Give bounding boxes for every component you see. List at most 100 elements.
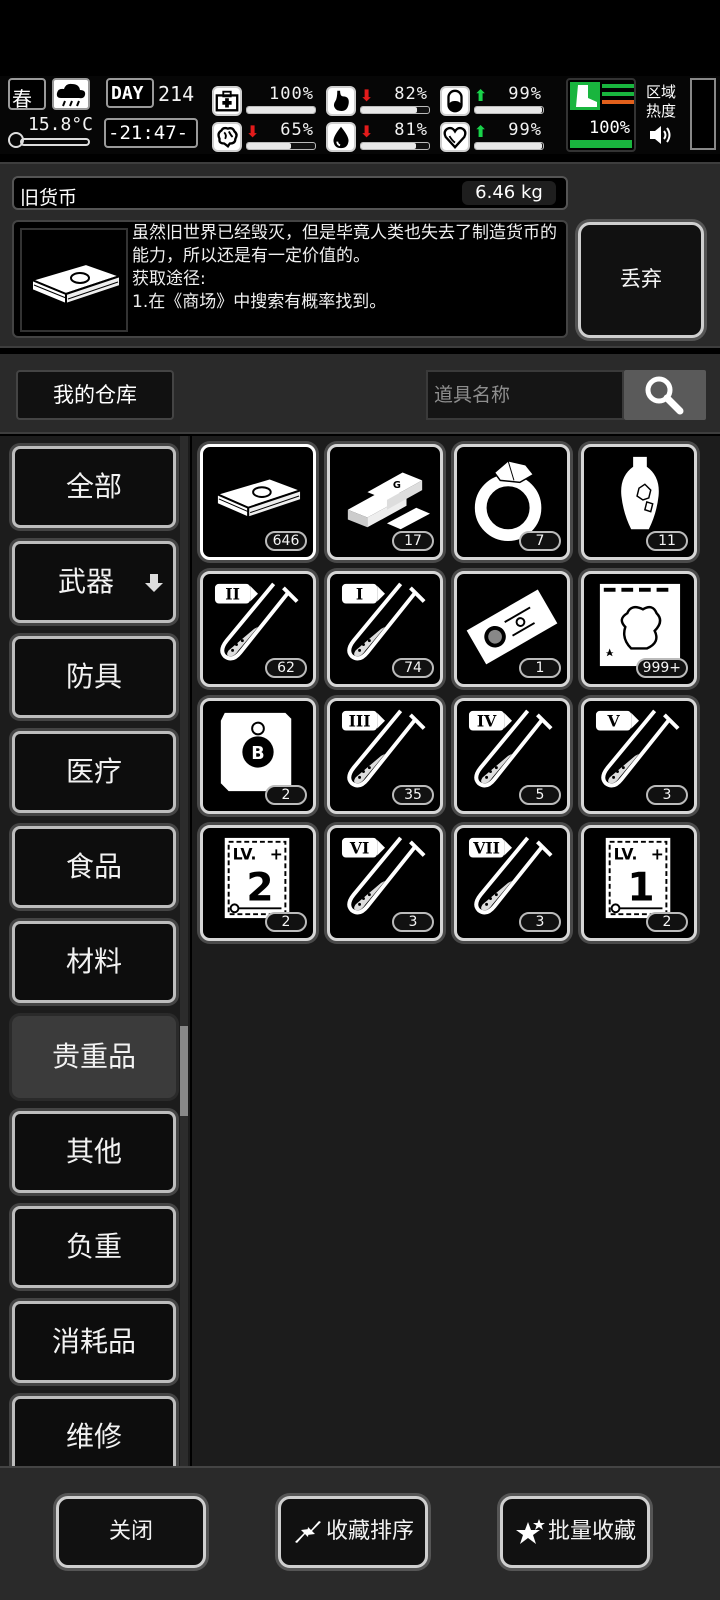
item-slot[interactable]: LV. +2 2 bbox=[200, 825, 316, 941]
stat-value: 82% bbox=[394, 84, 428, 104]
tube-grade-label: II bbox=[225, 585, 240, 604]
item-name: 旧货币 bbox=[20, 187, 78, 209]
category-tab[interactable]: 维修 bbox=[12, 1396, 176, 1466]
tube-grade-label: I bbox=[356, 585, 363, 604]
category-tab[interactable]: 材料 bbox=[12, 921, 176, 1003]
category-tab[interactable]: 负重 bbox=[12, 1206, 176, 1288]
gold-bars-icon: G bbox=[347, 472, 430, 530]
favorite-sort-label: 收藏排序 bbox=[325, 1519, 414, 1544]
item-slot[interactable]: 999+ bbox=[581, 571, 697, 687]
category-tab[interactable]: 消耗品 bbox=[12, 1301, 176, 1383]
item-count: 35 bbox=[392, 785, 434, 805]
item-slot[interactable]: VII 3 bbox=[454, 825, 570, 941]
item-slot[interactable]: G 17 bbox=[327, 444, 443, 560]
test-tube-icon: VII bbox=[468, 836, 553, 915]
stomach-icon bbox=[326, 86, 356, 116]
heart-icon bbox=[440, 122, 470, 152]
item-search-input[interactable] bbox=[426, 370, 624, 420]
day-label: DAY bbox=[111, 83, 144, 104]
trend-down-icon: ⬇ bbox=[246, 122, 260, 141]
stat-brain: ⬇ 65% bbox=[212, 120, 316, 154]
item-count: 17 bbox=[392, 531, 434, 551]
stamina-value: 100% bbox=[589, 118, 630, 138]
stat-bar-fill bbox=[475, 143, 543, 149]
item-count: 2 bbox=[646, 912, 688, 932]
trend-up-icon: ⬆ bbox=[474, 122, 488, 141]
category-tab[interactable]: 防具 bbox=[12, 636, 176, 718]
cash-stack-icon bbox=[20, 228, 128, 332]
category-tab[interactable]: 全部 bbox=[12, 446, 176, 528]
search-button[interactable] bbox=[624, 370, 706, 420]
season-label: 春 bbox=[12, 87, 32, 111]
arrow-down-icon bbox=[145, 574, 163, 592]
discard-button[interactable]: 丢弃 bbox=[578, 222, 704, 338]
category-label: 武器 bbox=[57, 565, 114, 598]
category-tab[interactable]: 武器 bbox=[12, 541, 176, 623]
stat-value: 81% bbox=[394, 120, 428, 140]
stars-icon bbox=[515, 1519, 545, 1544]
item-slot[interactable]: B2 bbox=[200, 698, 316, 814]
vase-icon bbox=[621, 456, 659, 530]
test-tube-icon: I bbox=[341, 582, 426, 661]
warehouse-header: 我的仓库 bbox=[0, 354, 720, 434]
tube-grade-label: VI bbox=[349, 839, 369, 858]
stat-bar bbox=[474, 106, 544, 114]
category-label: 全部 bbox=[65, 470, 122, 503]
batch-favorite-button[interactable]: 批量收藏 bbox=[500, 1496, 650, 1568]
item-slot[interactable]: VI 3 bbox=[327, 825, 443, 941]
tube-grade-label: V bbox=[607, 712, 621, 731]
item-count: 62 bbox=[265, 658, 307, 678]
item-slot[interactable]: II 62 bbox=[200, 571, 316, 687]
item-slot[interactable]: V3 bbox=[581, 698, 697, 814]
tube-grade-label: VII bbox=[472, 839, 500, 858]
bitcoin-note-icon: B bbox=[220, 712, 292, 792]
temperature-bar bbox=[20, 138, 90, 146]
item-slot[interactable]: 1 bbox=[454, 571, 570, 687]
level-number: 2 bbox=[246, 865, 273, 910]
favorite-sort-button[interactable]: 收藏排序 bbox=[278, 1496, 428, 1568]
temperature-value: 15.8°C bbox=[28, 114, 94, 135]
level-text: LV. bbox=[233, 844, 257, 863]
item-info-panel: 旧货币 6.46 kg 虽然旧世界已经毁灭，但是毕竟人类也失去了制造货币的能力，… bbox=[0, 162, 720, 348]
tube-grade-label: III bbox=[349, 712, 371, 731]
stat-bar bbox=[474, 142, 544, 150]
category-sidebar[interactable]: 全部武器防具医疗食品材料贵重品其他负重消耗品维修 bbox=[0, 436, 190, 1466]
season-box: 春 bbox=[8, 78, 46, 111]
item-slot[interactable]: 646 bbox=[200, 444, 316, 560]
item-count: 3 bbox=[646, 785, 688, 805]
item-description-box: 虽然旧世界已经毁灭，但是毕竟人类也失去了制造货币的能力，所以还是有一定价值的。 … bbox=[12, 220, 568, 338]
category-tab[interactable]: 医疗 bbox=[12, 731, 176, 813]
category-tab[interactable]: 食品 bbox=[12, 826, 176, 908]
water-drop-icon bbox=[326, 122, 356, 152]
item-slot[interactable]: 7 bbox=[454, 444, 570, 560]
svg-text:B: B bbox=[251, 744, 264, 764]
item-slot[interactable]: IV 5 bbox=[454, 698, 570, 814]
tube-grade-label: IV bbox=[477, 712, 497, 731]
stat-bar-fill bbox=[361, 107, 417, 113]
stat-bar bbox=[360, 142, 430, 150]
pill-icon bbox=[440, 86, 470, 116]
close-button[interactable]: 关闭 bbox=[56, 1496, 206, 1568]
day-count: 214 bbox=[158, 82, 195, 106]
test-tube-icon: III bbox=[341, 709, 426, 788]
item-count: 2 bbox=[265, 912, 307, 932]
stat-bar bbox=[246, 106, 316, 114]
svg-text:+: + bbox=[651, 844, 664, 863]
stat-value: 99% bbox=[508, 120, 542, 140]
sidebar-scrollbar[interactable] bbox=[180, 436, 188, 1466]
category-label: 负重 bbox=[65, 1230, 122, 1263]
item-slot[interactable]: I 74 bbox=[327, 571, 443, 687]
item-slot[interactable]: LV. +1 2 bbox=[581, 825, 697, 941]
item-slot[interactable]: III 35 bbox=[327, 698, 443, 814]
item-count: 2 bbox=[265, 785, 307, 805]
medkit-icon bbox=[212, 86, 242, 116]
stat-bar-fill bbox=[361, 143, 417, 149]
trend-down-icon: ⬇ bbox=[360, 86, 374, 105]
item-slot[interactable]: 11 bbox=[581, 444, 697, 560]
region-heat[interactable]: 区域 热度 bbox=[646, 82, 680, 150]
batch-favorite-label: 批量收藏 bbox=[547, 1519, 636, 1544]
category-tab[interactable]: 其他 bbox=[12, 1111, 176, 1193]
sidebar-scrollbar-thumb[interactable] bbox=[180, 1026, 188, 1116]
brain-icon bbox=[212, 122, 242, 152]
category-tab[interactable]: 贵重品 bbox=[12, 1016, 176, 1098]
